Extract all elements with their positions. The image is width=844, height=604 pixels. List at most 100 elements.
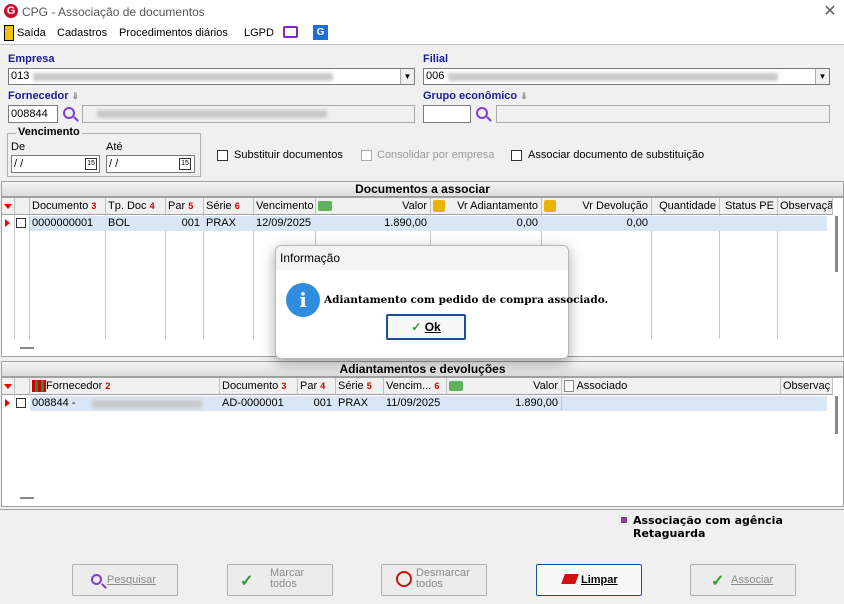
chevron-down-icon[interactable]: ▼ bbox=[815, 69, 829, 84]
search-icon[interactable] bbox=[476, 107, 488, 119]
fornecedor-code-input[interactable]: 008844 bbox=[8, 105, 58, 123]
associar-button[interactable]: ✓ Associar bbox=[690, 564, 796, 596]
col-serie[interactable]: Série 5 bbox=[336, 378, 384, 395]
menu-cadastros[interactable]: Cadastros bbox=[57, 27, 107, 39]
coins-icon bbox=[433, 200, 445, 212]
cell-par: 001 bbox=[181, 217, 200, 229]
search-icon[interactable] bbox=[63, 107, 75, 119]
filial-name-blurred bbox=[448, 73, 778, 81]
cell-documento: 0000000001 bbox=[32, 217, 94, 229]
menu-lgpd[interactable]: LGPD bbox=[244, 27, 274, 39]
fornecedor-name-blurred bbox=[92, 400, 202, 408]
col-tp-doc[interactable]: Tp. Doc 4 bbox=[106, 198, 166, 215]
grid-menu-header[interactable] bbox=[2, 378, 15, 395]
consolidar-empresa-checkbox bbox=[361, 150, 372, 161]
empresa-label: Empresa bbox=[8, 53, 55, 65]
adiantamentos-grid[interactable]: Fornecedor 2 Documento 3 Par 4 Série 5 V… bbox=[1, 377, 844, 507]
check-icon: ✓ bbox=[240, 573, 254, 590]
col-vencimento[interactable]: Vencimento bbox=[254, 198, 316, 215]
grupo-economico-label: Grupo econômico ⇓ bbox=[423, 90, 528, 102]
menu-procedimentos-diarios[interactable]: Procedimentos diários bbox=[119, 27, 228, 39]
fornecedor-label: Fornecedor ⇓ bbox=[8, 90, 80, 102]
legend-color-swatch bbox=[621, 517, 627, 523]
col-vr-adiantamento[interactable]: Vr Adiantamento bbox=[431, 198, 542, 215]
horizontal-scrollbar[interactable] bbox=[20, 497, 34, 499]
dialog-title: Informação bbox=[276, 246, 568, 270]
vencimento-label: Vencimento bbox=[16, 126, 82, 138]
menu-saida[interactable]: Saída bbox=[17, 27, 46, 39]
horizontal-scrollbar[interactable] bbox=[20, 347, 34, 349]
empresa-select[interactable]: 013 ▼ bbox=[8, 68, 415, 85]
col-par[interactable]: Par 4 bbox=[298, 378, 336, 395]
desmarcar-todos-button[interactable]: Desmarcar todos bbox=[381, 564, 487, 596]
fornecedor-name-field bbox=[82, 105, 415, 123]
row-checkbox[interactable] bbox=[16, 398, 26, 408]
chevron-down-icon[interactable]: ▼ bbox=[400, 69, 414, 84]
ate-label: Até bbox=[106, 141, 123, 153]
pesquisar-button[interactable]: Pesquisar bbox=[72, 564, 178, 596]
fornecedor-name-blurred bbox=[97, 110, 327, 118]
filial-value: 006 bbox=[426, 70, 445, 82]
filter-panel: Empresa 013 ▼ Filial 006 ▼ Fornecedor ⇓ … bbox=[0, 44, 844, 178]
col-valor[interactable]: Valor bbox=[316, 198, 431, 215]
columns-icon bbox=[32, 380, 46, 393]
vertical-scrollbar[interactable] bbox=[835, 396, 838, 434]
cell-valor: 1.890,00 bbox=[384, 217, 427, 229]
adiantamentos-section-header: Adiantamentos e devoluções bbox=[1, 361, 844, 377]
app-logo-icon: G bbox=[4, 4, 18, 18]
filial-select[interactable]: 006 ▼ bbox=[423, 68, 830, 85]
col-vr-devolucao[interactable]: Vr Devolução bbox=[542, 198, 652, 215]
select-all-header[interactable] bbox=[15, 198, 30, 215]
document-icon bbox=[564, 380, 574, 393]
col-fornecedor[interactable]: Fornecedor 2 bbox=[30, 378, 220, 395]
close-icon[interactable]: ✕ bbox=[820, 2, 840, 22]
info-dialog: Informação i Adiantamento com pedido de … bbox=[275, 245, 608, 359]
monitor-icon[interactable] bbox=[283, 26, 298, 38]
money-icon bbox=[449, 381, 463, 391]
window-title: CPG - Associação de documentos bbox=[22, 5, 205, 19]
col-status-pe[interactable]: Status PE bbox=[720, 198, 778, 215]
de-label: De bbox=[11, 141, 26, 153]
info-icon: i bbox=[286, 283, 320, 317]
cell-serie: PRAX bbox=[338, 397, 368, 409]
col-observacao[interactable]: Observaç bbox=[781, 378, 833, 395]
marcar-todos-button[interactable]: ✓ Marcar todos bbox=[227, 564, 333, 596]
cell-par: 001 bbox=[313, 397, 332, 409]
g-app-icon[interactable]: G bbox=[313, 25, 328, 40]
documentos-section-header: Documentos a associar bbox=[1, 181, 844, 197]
col-associado[interactable]: Associado bbox=[562, 378, 781, 395]
calendar-icon[interactable]: 15 bbox=[85, 158, 97, 170]
substituir-documentos-checkbox[interactable] bbox=[217, 150, 228, 161]
col-observacao[interactable]: Observaçã bbox=[778, 198, 833, 215]
col-documento[interactable]: Documento 3 bbox=[220, 378, 298, 395]
calendar-icon[interactable]: 15 bbox=[179, 158, 191, 170]
cell-vr-devolucao: 0,00 bbox=[626, 217, 648, 229]
check-icon: ✓ bbox=[711, 573, 725, 590]
menu-bar: Saída Cadastros Procedimentos diários LG… bbox=[0, 24, 844, 44]
grupo-code-input[interactable] bbox=[423, 105, 471, 123]
exit-icon[interactable] bbox=[4, 25, 14, 41]
limpar-button[interactable]: Limpar bbox=[536, 564, 642, 596]
cell-fornecedor: 008844 - bbox=[30, 396, 219, 411]
legend-panel: Associação com agência Retaguarda bbox=[0, 509, 844, 555]
grid-menu-header[interactable] bbox=[2, 198, 15, 215]
row-checkbox[interactable] bbox=[16, 218, 26, 228]
col-serie[interactable]: Série 6 bbox=[204, 198, 254, 215]
cell-vencimento: 12/09/2025 bbox=[256, 217, 312, 229]
vertical-scrollbar[interactable] bbox=[835, 216, 838, 272]
select-all-header[interactable] bbox=[15, 378, 30, 395]
ok-button[interactable]: ✓ Ok bbox=[386, 314, 466, 340]
associar-substituicao-label: Associar documento de substituição bbox=[528, 149, 705, 161]
col-valor[interactable]: Valor bbox=[447, 378, 562, 395]
cell-documento: AD-0000001 bbox=[222, 397, 284, 409]
col-vencimento[interactable]: Vencim... 6 bbox=[384, 378, 447, 395]
col-par[interactable]: Par 5 bbox=[166, 198, 204, 215]
cell-vr-adiantamento: 0,00 bbox=[516, 217, 538, 229]
row-pointer-icon bbox=[5, 219, 10, 227]
consolidar-empresa-label: Consolidar por empresa bbox=[377, 149, 495, 161]
cell-valor: 1.890,00 bbox=[515, 397, 558, 409]
associar-substituicao-checkbox[interactable] bbox=[511, 150, 522, 161]
col-documento[interactable]: Documento 3 bbox=[30, 198, 106, 215]
col-quantidade[interactable]: Quantidade bbox=[652, 198, 720, 215]
cell-vencimento: 11/09/2025 bbox=[386, 397, 441, 409]
